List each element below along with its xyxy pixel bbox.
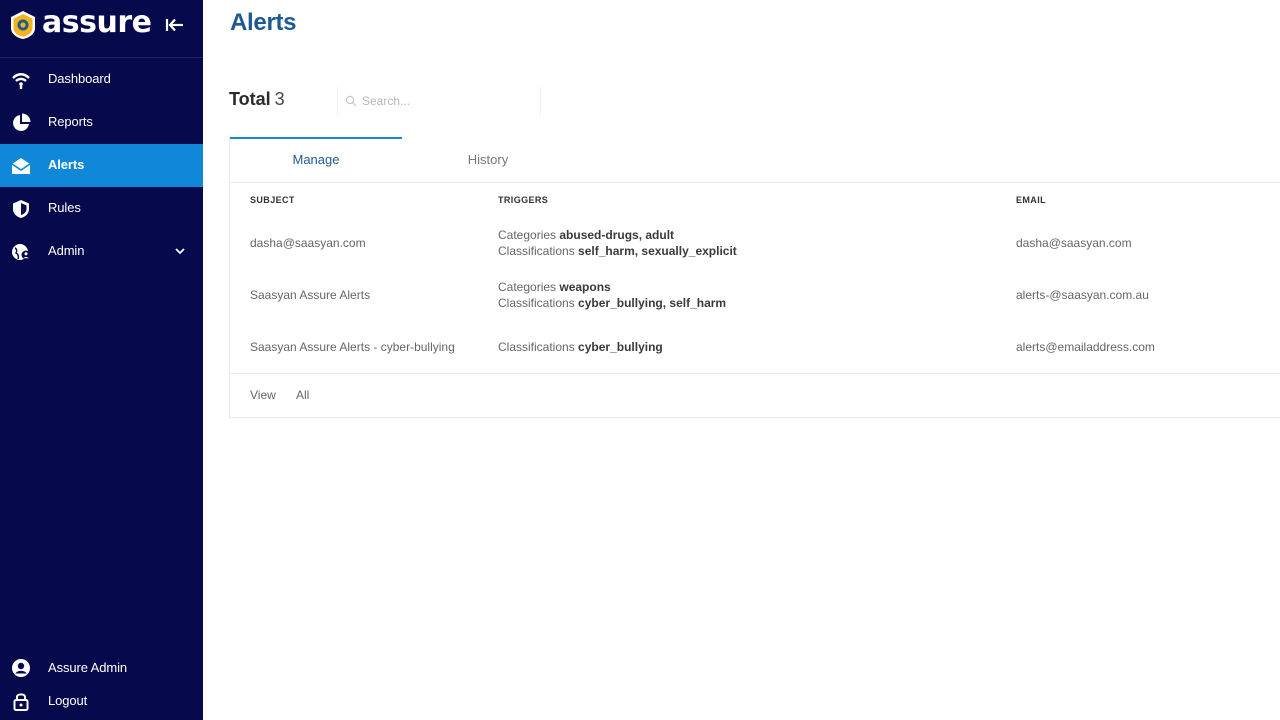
sidebar-item-dashboard[interactable]: Dashboard <box>0 58 203 101</box>
table-row[interactable]: dasha@saasyan.com Categories abused-drug… <box>230 227 1280 279</box>
sidebar-item-label: Dashboard <box>48 71 111 86</box>
trigger-value: cyber_bullying <box>578 340 663 354</box>
sidebar-item-label: Admin <box>48 243 85 258</box>
row-subject: Saasyan Assure Alerts - cyber-bullying <box>250 340 455 354</box>
sidebar-item-label: Rules <box>48 200 81 215</box>
trigger-key: Categories <box>498 280 557 294</box>
pie-chart-icon <box>13 113 31 131</box>
row-triggers: Classifications cyber_bullying <box>498 339 663 355</box>
row-triggers: Categories weapons Classifications cyber… <box>498 279 726 311</box>
row-subject: Saasyan Assure Alerts <box>250 288 371 302</box>
total-count: 3 <box>274 89 285 109</box>
row-email: alerts@emailaddress.com <box>1016 340 1155 354</box>
sidebar-user[interactable]: Assure Admin <box>0 653 203 683</box>
main-content: Alerts Total3 Manage History SUBJECT TRI… <box>203 0 1280 720</box>
row-subject: dasha@saasyan.com <box>250 236 366 250</box>
wifi-icon <box>12 73 30 89</box>
sidebar-nav: Dashboard Reports Alerts Rules Admin <box>0 58 203 273</box>
trigger-key: Categories <box>498 228 557 242</box>
trigger-line: Classifications cyber_bullying, self_har… <box>498 295 726 311</box>
alerts-card: Manage History SUBJECT TRIGGERS EMAIL da… <box>229 137 1280 418</box>
shield-icon <box>13 200 29 218</box>
envelope-open-icon <box>11 158 31 174</box>
trigger-value: weapons <box>559 280 611 294</box>
table-row[interactable]: Saasyan Assure Alerts Categories weapons… <box>230 279 1280 331</box>
search-box <box>337 87 541 115</box>
total-label: Total <box>229 89 271 109</box>
trigger-value: self_harm, sexually_explicit <box>578 244 737 258</box>
trigger-line: Classifications self_harm, sexually_expl… <box>498 243 737 259</box>
user-name: Assure Admin <box>48 660 128 675</box>
trigger-line: Categories abused-drugs, adult <box>498 227 737 243</box>
row-triggers: Categories abused-drugs, adult Classific… <box>498 227 737 259</box>
tab-history[interactable]: History <box>402 137 574 183</box>
trigger-key: Classifications <box>498 296 575 310</box>
sidebar: assure Dashboard Reports Alerts Rules Ad… <box>0 0 203 720</box>
table-footer: View All <box>230 373 1280 418</box>
trigger-line: Classifications cyber_bullying <box>498 339 663 355</box>
trigger-value: abused-drugs, adult <box>559 228 675 242</box>
brand-logo-text: assure <box>42 5 152 40</box>
lock-icon <box>13 693 29 711</box>
trigger-key: Classifications <box>498 244 575 258</box>
collapse-left-icon[interactable] <box>164 15 186 35</box>
column-header-triggers: TRIGGERS <box>498 195 549 205</box>
table-row[interactable]: Saasyan Assure Alerts - cyber-bullying C… <box>230 331 1280 365</box>
shield-logo-icon <box>11 11 35 39</box>
view-all-link[interactable]: All <box>296 388 309 402</box>
row-email: dasha@saasyan.com <box>1016 236 1132 250</box>
row-email: alerts-@saasyan.com.au <box>1016 288 1149 302</box>
sidebar-item-rules[interactable]: Rules <box>0 187 203 230</box>
sidebar-item-label: Reports <box>48 114 93 129</box>
tab-bar: Manage History <box>230 137 1280 183</box>
trigger-value: cyber_bullying, self_harm <box>578 296 727 310</box>
chevron-down-icon[interactable] <box>174 246 186 256</box>
logout-label: Logout <box>48 693 88 708</box>
user-circle-icon <box>12 659 30 677</box>
logout-button[interactable]: Logout <box>0 686 203 716</box>
column-header-subject: SUBJECT <box>250 195 295 205</box>
search-icon <box>345 95 357 107</box>
column-header-email: EMAIL <box>1016 195 1046 205</box>
trigger-key: Classifications <box>498 340 575 354</box>
view-label: View <box>250 388 276 402</box>
sidebar-item-label: Alerts <box>48 157 85 172</box>
sidebar-item-reports[interactable]: Reports <box>0 101 203 144</box>
total-summary: Total 3 <box>229 89 285 110</box>
trigger-line: Categories weapons <box>498 279 726 295</box>
globe-user-icon <box>12 244 31 260</box>
sidebar-item-alerts[interactable]: Alerts <box>0 144 203 187</box>
app-root: assure Dashboard Reports Alerts Rules Ad… <box>0 0 1280 720</box>
page-title: Alerts <box>230 9 297 36</box>
brand-header: assure <box>0 0 203 58</box>
sidebar-item-admin[interactable]: Admin <box>0 230 203 273</box>
tab-manage[interactable]: Manage <box>230 137 402 183</box>
search-input[interactable] <box>362 90 534 112</box>
